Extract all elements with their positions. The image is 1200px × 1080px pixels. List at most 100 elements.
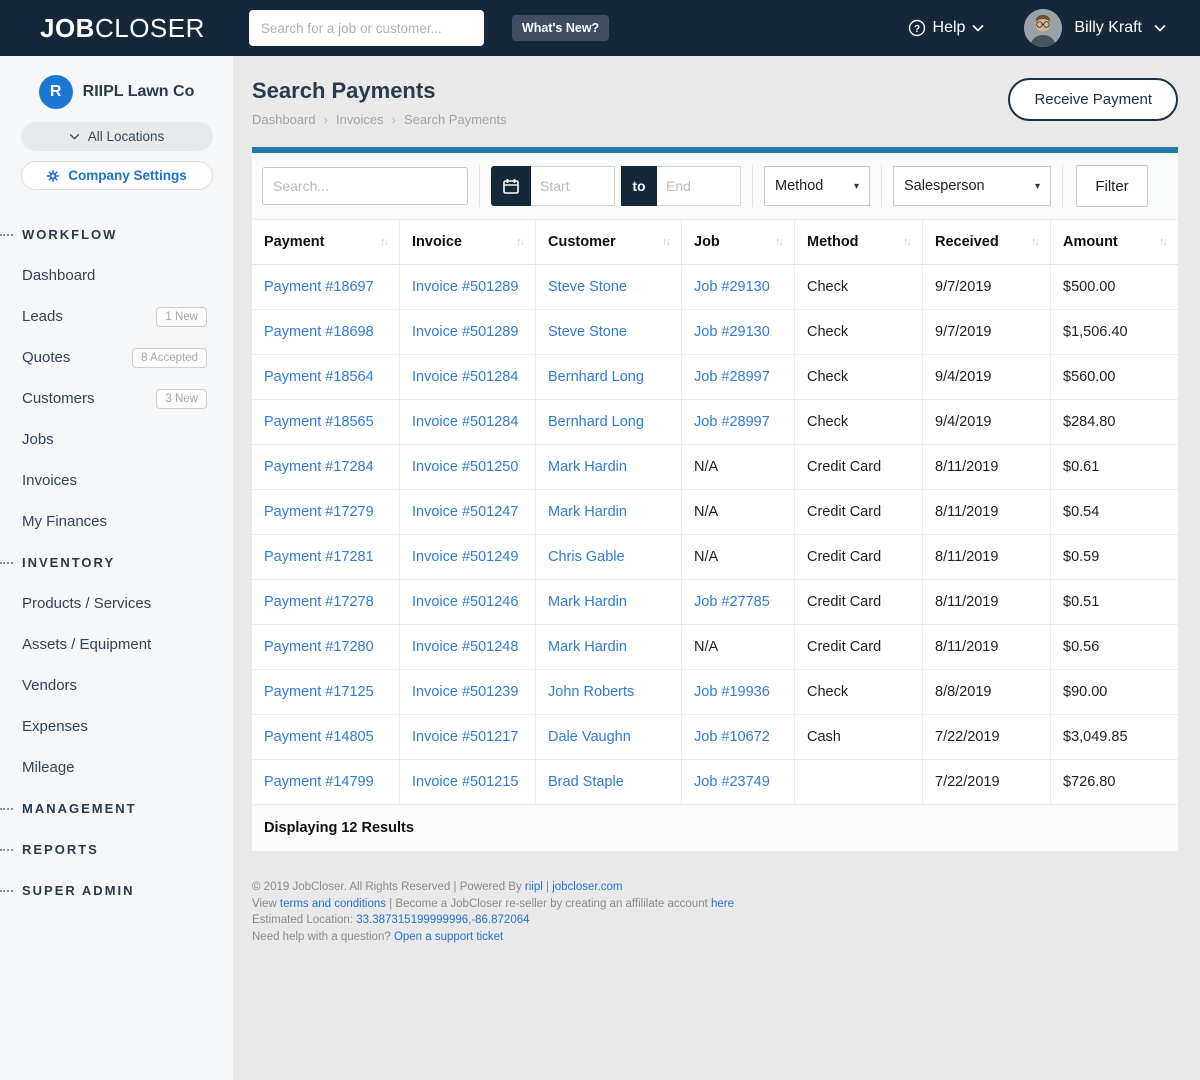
job-link[interactable]: Job #29130 (694, 279, 770, 295)
invoice-link[interactable]: Invoice #501289 (412, 324, 518, 340)
invoice-link[interactable]: Invoice #501284 (412, 369, 518, 385)
payment-link[interactable]: Payment #17125 (264, 684, 374, 700)
invoice-link[interactable]: Invoice #501248 (412, 639, 518, 655)
customer-link[interactable]: Bernhard Long (548, 369, 644, 385)
sidebar-section-management[interactable]: MANAGEMENT (0, 788, 233, 829)
company-settings-button[interactable]: Company Settings (21, 161, 213, 190)
sort-icon[interactable]: ↑↓ (775, 236, 782, 248)
sort-icon[interactable]: ↑↓ (1159, 236, 1166, 248)
breadcrumb-invoices[interactable]: Invoices (336, 112, 384, 127)
job-link[interactable]: Job #23749 (694, 774, 770, 790)
sidebar-item-invoices[interactable]: Invoices (0, 460, 233, 501)
sidebar-item-my-finances[interactable]: My Finances (0, 501, 233, 542)
customer-link[interactable]: John Roberts (548, 684, 634, 700)
sidebar-item-products-services[interactable]: Products / Services (0, 583, 233, 624)
date-end-input[interactable] (657, 166, 741, 206)
payments-search-input[interactable] (262, 167, 468, 205)
invoice-link[interactable]: Invoice #501239 (412, 684, 518, 700)
user-menu[interactable]: Billy Kraft (1024, 9, 1166, 47)
sidebar-item-expenses[interactable]: Expenses (0, 706, 233, 747)
job-link[interactable]: Job #29130 (694, 324, 770, 340)
customer-link[interactable]: Mark Hardin (548, 504, 627, 520)
global-search-input[interactable] (249, 10, 484, 46)
invoice-link[interactable]: Invoice #501289 (412, 279, 518, 295)
sort-icon[interactable]: ↑↓ (662, 236, 669, 248)
sidebar-item-customers[interactable]: Customers3 New (0, 378, 233, 419)
salesperson-select[interactable]: Salesperson ▾ (893, 166, 1051, 206)
method-select[interactable]: Method ▾ (764, 166, 870, 206)
date-start-input[interactable] (531, 166, 615, 206)
payment-link[interactable]: Payment #14799 (264, 774, 374, 790)
payment-link[interactable]: Payment #18564 (264, 369, 374, 385)
job-link[interactable]: Job #10672 (694, 729, 770, 745)
invoice-link[interactable]: Invoice #501249 (412, 549, 518, 565)
calendar-button[interactable] (491, 166, 531, 206)
column-header-payment[interactable]: Payment↑↓ (252, 220, 400, 265)
sidebar-item-leads[interactable]: Leads1 New (0, 296, 233, 337)
sidebar-item-mileage[interactable]: Mileage (0, 747, 233, 788)
sidebar-item-dashboard[interactable]: Dashboard (0, 255, 233, 296)
payment-link[interactable]: Payment #17280 (264, 639, 374, 655)
column-header-job[interactable]: Job↑↓ (682, 220, 795, 265)
customer-link[interactable]: Bernhard Long (548, 414, 644, 430)
column-header-received[interactable]: Received↑↓ (923, 220, 1051, 265)
sort-icon[interactable]: ↑↓ (516, 236, 523, 248)
sidebar-item-jobs[interactable]: Jobs (0, 419, 233, 460)
payment-link[interactable]: Payment #18697 (264, 279, 374, 295)
customer-link[interactable]: Mark Hardin (548, 459, 627, 475)
column-header-invoice[interactable]: Invoice↑↓ (400, 220, 536, 265)
sidebar-section-reports[interactable]: REPORTS (0, 829, 233, 870)
sidebar-section-workflow[interactable]: WORKFLOW (0, 214, 233, 255)
filter-button[interactable]: Filter (1076, 165, 1148, 207)
sidebar-item-quotes[interactable]: Quotes8 Accepted (0, 337, 233, 378)
payment-link[interactable]: Payment #14805 (264, 729, 374, 745)
payment-link[interactable]: Payment #18698 (264, 324, 374, 340)
payment-link[interactable]: Payment #17278 (264, 594, 374, 610)
invoice-link[interactable]: Invoice #501250 (412, 459, 518, 475)
jobcloser-link[interactable]: jobcloser.com (552, 881, 622, 893)
customer-link[interactable]: Chris Gable (548, 549, 625, 565)
job-link[interactable]: Job #28997 (694, 369, 770, 385)
support-ticket-link[interactable]: Open a support ticket (394, 931, 503, 943)
job-link[interactable]: Job #28997 (694, 414, 770, 430)
sidebar-section-super-admin[interactable]: SUPER ADMIN (0, 870, 233, 911)
invoice-link[interactable]: Invoice #501247 (412, 504, 518, 520)
breadcrumb-dashboard[interactable]: Dashboard (252, 112, 316, 127)
column-header-amount[interactable]: Amount↑↓ (1051, 220, 1178, 265)
sort-icon[interactable]: ↑↓ (903, 236, 910, 248)
customer-link[interactable]: Dale Vaughn (548, 729, 631, 745)
sidebar-section-inventory[interactable]: INVENTORY (0, 542, 233, 583)
customer-link[interactable]: Brad Staple (548, 774, 624, 790)
invoice-link[interactable]: Invoice #501284 (412, 414, 518, 430)
locations-dropdown[interactable]: All Locations (21, 122, 213, 151)
invoice-link-cell: Invoice #501215 (400, 760, 536, 805)
location-link[interactable]: 33.387315199999996,-86.872064 (356, 914, 529, 926)
column-header-method[interactable]: Method↑↓ (795, 220, 923, 265)
payment-link[interactable]: Payment #17284 (264, 459, 374, 475)
sidebar-item-vendors[interactable]: Vendors (0, 665, 233, 706)
customer-link[interactable]: Steve Stone (548, 279, 627, 295)
app-logo[interactable]: JOBCLOSER (40, 13, 205, 44)
riipl-link[interactable]: riipl (525, 881, 543, 893)
terms-link[interactable]: terms and conditions (280, 898, 386, 910)
invoice-link[interactable]: Invoice #501217 (412, 729, 518, 745)
sort-icon[interactable]: ↑↓ (380, 236, 387, 248)
invoice-link[interactable]: Invoice #501246 (412, 594, 518, 610)
help-menu[interactable]: ? Help (908, 19, 985, 37)
customer-link[interactable]: Steve Stone (548, 324, 627, 340)
customer-link[interactable]: Mark Hardin (548, 594, 627, 610)
whats-new-button[interactable]: What's New? (512, 15, 609, 41)
company-logo[interactable]: R (39, 75, 73, 109)
column-header-customer[interactable]: Customer↑↓ (536, 220, 682, 265)
payment-link[interactable]: Payment #17281 (264, 549, 374, 565)
sort-icon[interactable]: ↑↓ (1031, 236, 1038, 248)
affiliate-here-link[interactable]: here (711, 898, 734, 910)
receive-payment-button[interactable]: Receive Payment (1008, 78, 1178, 121)
payment-link[interactable]: Payment #18565 (264, 414, 374, 430)
job-link[interactable]: Job #19936 (694, 684, 770, 700)
customer-link[interactable]: Mark Hardin (548, 639, 627, 655)
job-link[interactable]: Job #27785 (694, 594, 770, 610)
sidebar-item-assets-equipment[interactable]: Assets / Equipment (0, 624, 233, 665)
invoice-link[interactable]: Invoice #501215 (412, 774, 518, 790)
payment-link[interactable]: Payment #17279 (264, 504, 374, 520)
